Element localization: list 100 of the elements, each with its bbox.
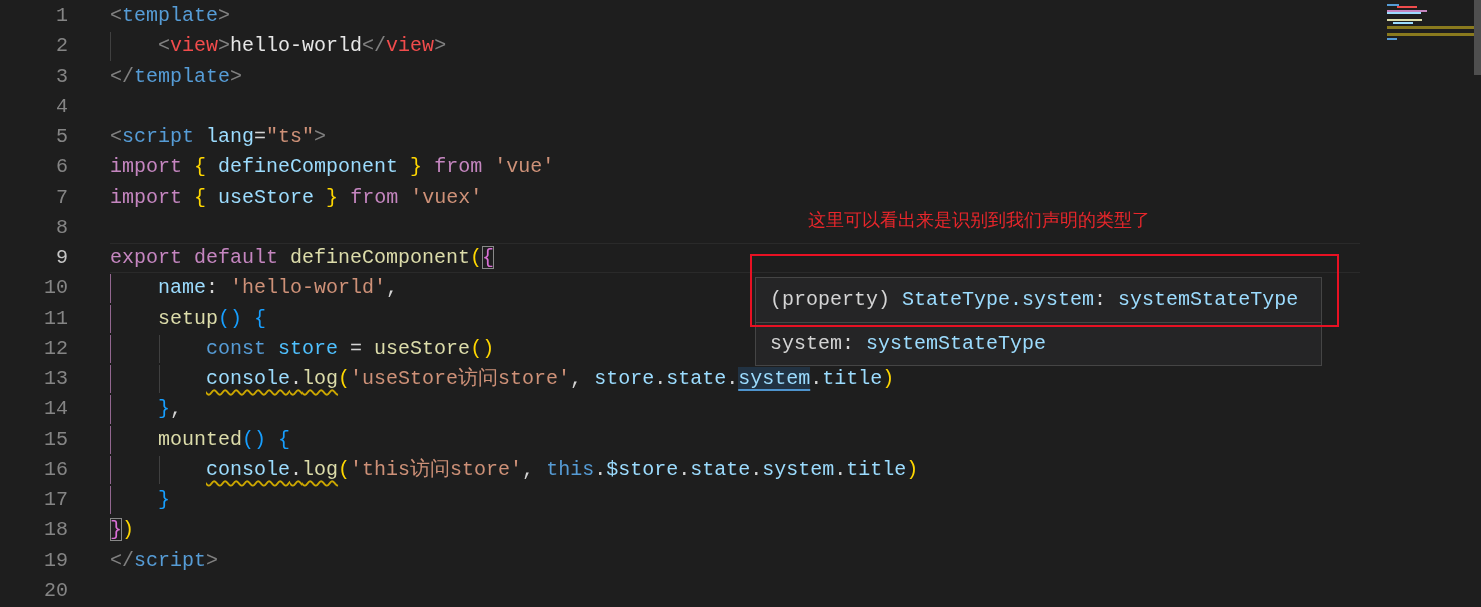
code-token: useStore	[218, 185, 315, 209]
code-token: ()	[218, 306, 243, 330]
code-token: .	[594, 457, 607, 481]
code-token: .	[654, 367, 667, 390]
code-token: (property)	[770, 288, 891, 311]
code-token: ,	[570, 367, 583, 390]
code-token: from	[434, 155, 483, 179]
code-token: view	[386, 34, 435, 58]
code-token: {	[194, 185, 207, 209]
code-token: }	[410, 155, 423, 179]
line-number: 15	[44, 426, 68, 453]
code-token: >	[434, 34, 447, 58]
code-token: }	[158, 397, 171, 421]
code-token: .	[678, 457, 691, 481]
line-number: 20	[44, 577, 68, 604]
code-token: 'useStore访问store'	[350, 367, 571, 390]
code-token: >	[230, 64, 243, 88]
code-token: )	[906, 457, 919, 481]
code-token: view	[170, 34, 219, 58]
code-token: <	[158, 34, 171, 58]
code-token: 'vuex'	[410, 185, 483, 209]
code-token: export	[110, 246, 182, 269]
code-token: }	[110, 518, 122, 542]
line-number: 11	[44, 305, 68, 332]
code-token: template	[122, 4, 219, 27]
code-token: lang	[206, 125, 255, 148]
code-token: {	[278, 427, 291, 451]
line-number: 6	[56, 154, 68, 181]
code-token: mounted	[158, 427, 243, 451]
code-token: .	[726, 367, 739, 390]
line-number: 19	[44, 547, 68, 574]
line-number: 1	[56, 3, 68, 30]
code-token: useStore	[374, 336, 471, 360]
code-token: name	[158, 276, 207, 300]
code-token: </	[110, 548, 134, 572]
line-number: 10	[44, 275, 68, 302]
code-token: (	[338, 367, 351, 390]
code-token: </	[362, 34, 387, 58]
code-token: :	[842, 332, 855, 355]
line-number: 5	[56, 124, 68, 151]
code-token: >	[218, 4, 231, 27]
code-token: .	[290, 457, 303, 481]
code-token: 'hello-world'	[230, 276, 387, 300]
line-number: 13	[44, 366, 68, 393]
code-token: }	[326, 185, 339, 209]
code-token: <	[110, 4, 122, 27]
code-token: .	[290, 367, 303, 390]
code-token: :	[1094, 288, 1107, 311]
code-token: systemStateType	[866, 332, 1047, 355]
code-token: const	[206, 336, 267, 360]
code-token: template	[134, 64, 231, 88]
line-number: 9	[56, 245, 68, 272]
code-token: =	[254, 125, 267, 148]
code-token: "ts"	[266, 125, 315, 148]
code-token: systemStateType	[1118, 288, 1299, 311]
code-token: system	[762, 457, 835, 481]
code-token: StateType.system	[902, 288, 1095, 311]
code-token: state	[666, 367, 727, 390]
code-token: setup	[158, 306, 219, 330]
line-number: 7	[56, 184, 68, 211]
line-number: 18	[44, 517, 68, 544]
code-token: defineComponent	[290, 246, 471, 269]
line-number: 14	[44, 396, 68, 423]
scrollbar[interactable]	[1474, 0, 1481, 75]
code-token: ,	[522, 457, 535, 481]
code-token: {	[482, 246, 495, 269]
code-token: {	[254, 306, 267, 330]
code-token: :	[206, 276, 219, 300]
code-token: )	[122, 518, 135, 542]
code-token: ,	[386, 276, 399, 300]
code-token: ,	[170, 397, 183, 421]
code-token: 'vue'	[494, 155, 555, 179]
code-token: (	[470, 246, 483, 269]
code-token: )	[882, 367, 895, 390]
code-token: hello-world	[230, 34, 363, 58]
code-token: console	[206, 457, 291, 481]
code-token: =	[350, 336, 363, 360]
code-token: .	[810, 367, 823, 390]
code-token: (	[338, 457, 351, 481]
code-token: <	[110, 125, 122, 148]
code-token: </	[110, 64, 134, 88]
code-token: import	[110, 155, 182, 179]
code-token: store	[594, 367, 655, 390]
code-token: import	[110, 185, 182, 209]
code-token: defineComponent	[218, 155, 399, 179]
code-token: }	[158, 488, 171, 511]
code-token: >	[218, 34, 231, 58]
code-token: log	[302, 367, 339, 390]
code-token: {	[194, 155, 207, 179]
line-number: 4	[56, 93, 68, 120]
line-number: 2	[56, 33, 68, 60]
code-token: log	[302, 457, 339, 481]
code-token: script	[134, 548, 207, 572]
line-number: 12	[44, 335, 68, 362]
code-token: state	[690, 457, 751, 481]
code-token: ()	[242, 427, 267, 451]
code-token: $store	[606, 457, 679, 481]
code-token: system	[770, 332, 842, 355]
code-token: console	[206, 367, 291, 390]
code-token: from	[350, 185, 399, 209]
